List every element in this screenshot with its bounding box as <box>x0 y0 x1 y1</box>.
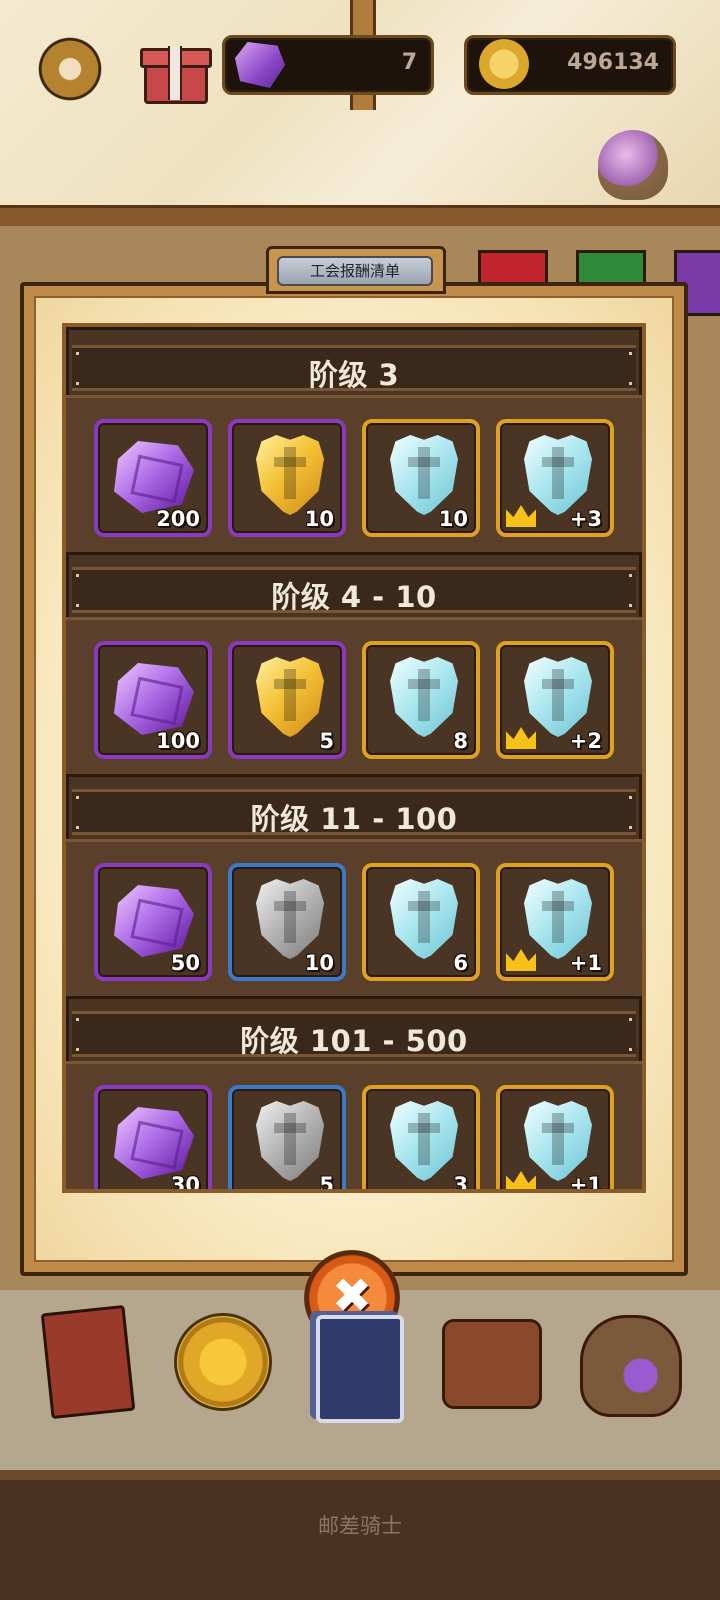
reward-count: 10 <box>438 507 468 531</box>
ice-shield-icon <box>390 1101 458 1181</box>
tier-rewards: 100 5 8 +2 <box>66 617 642 777</box>
nav-loot-bag-icon[interactable] <box>570 1305 682 1417</box>
magic-pouch-icon[interactable] <box>598 130 668 200</box>
panel-title: 工会报酬清单 <box>277 256 433 286</box>
reward-count: 5 <box>319 1173 334 1193</box>
tier-rewards: 30 5 3 +1 <box>66 1061 642 1193</box>
tier-header: 阶级 4 - 10 <box>72 567 636 614</box>
reward-count: 30 <box>170 1173 200 1193</box>
reward-count: 50 <box>170 951 200 975</box>
reward-count: 8 <box>453 729 468 753</box>
reward-slot[interactable]: 50 <box>94 863 212 981</box>
steel-shield-icon <box>256 1101 324 1181</box>
ice-shield-icon <box>390 435 458 515</box>
tier-title: 阶级 3 <box>308 358 400 392</box>
nav-adventure-bag-icon[interactable] <box>432 1305 542 1415</box>
reward-slot[interactable]: 6 <box>362 863 480 981</box>
gift-box-icon[interactable] <box>140 36 212 104</box>
tier-list[interactable]: 阶级 3 200 10 10 +3 阶级 4 - 10 100 5 8 +2 阶级 11 - 100… <box>62 323 646 1193</box>
nav-book-icon[interactable] <box>40 1304 142 1420</box>
gold-coin-icon <box>479 39 529 89</box>
reward-slot[interactable]: 10 <box>228 419 346 537</box>
reward-slot[interactable]: +3 <box>496 419 614 537</box>
nav-star-coin-icon[interactable] <box>168 1305 272 1415</box>
reward-count: 5 <box>319 729 334 753</box>
ice-shield-icon <box>524 879 592 959</box>
reward-slot[interactable]: +1 <box>496 863 614 981</box>
tier-section: 阶级 3 200 10 10 +3 <box>66 327 642 555</box>
gem-counter[interactable]: 7 <box>222 35 434 95</box>
reward-slot[interactable]: 200 <box>94 419 212 537</box>
reward-slot[interactable]: +1 <box>496 1085 614 1193</box>
reward-count: 10 <box>304 507 334 531</box>
gold-counter[interactable]: 496134 <box>464 35 676 95</box>
reward-count: 10 <box>304 951 334 975</box>
reward-slot[interactable]: 10 <box>228 863 346 981</box>
reward-slot[interactable]: 5 <box>228 641 346 759</box>
purple-gem-icon <box>114 885 194 957</box>
reward-count: 6 <box>453 951 468 975</box>
tier-header: 阶级 3 <box>72 345 636 392</box>
steel-shield-icon <box>256 879 324 959</box>
ice-shield-icon <box>524 1101 592 1181</box>
tier-section: 阶级 4 - 10 100 5 8 +2 <box>66 549 642 777</box>
tier-section: 阶级 101 - 500 30 5 3 +1 <box>66 993 642 1193</box>
game-title: 邮差骑士 <box>318 1514 402 1538</box>
tier-header: 阶级 11 - 100 <box>72 789 636 836</box>
reward-count: 100 <box>156 729 200 753</box>
crown-icon <box>506 1171 536 1189</box>
tier-header: 阶级 101 - 500 <box>72 1011 636 1058</box>
reward-count: 200 <box>156 507 200 531</box>
reward-count: +1 <box>569 951 602 975</box>
gold-count: 496134 <box>567 50 659 75</box>
reward-count: +1 <box>569 1173 602 1193</box>
reward-count: 3 <box>453 1173 468 1193</box>
nav-card-deck-icon[interactable] <box>306 1305 406 1423</box>
reward-slot[interactable]: 10 <box>362 419 480 537</box>
purple-gem-icon <box>235 42 285 88</box>
reward-slot[interactable]: 5 <box>228 1085 346 1193</box>
gold-shield-icon <box>256 435 324 515</box>
purple-gem-icon <box>114 1107 194 1179</box>
reward-slot[interactable]: 3 <box>362 1085 480 1193</box>
tier-title: 阶级 11 - 100 <box>250 802 458 836</box>
purple-gem-icon <box>114 441 194 513</box>
crown-icon <box>506 505 536 527</box>
crown-icon <box>506 727 536 749</box>
tier-title: 阶级 101 - 500 <box>240 1024 468 1058</box>
tier-section: 阶级 11 - 100 50 10 6 +1 <box>66 771 642 999</box>
tier-rewards: 200 10 10 +3 <box>66 395 642 555</box>
crown-icon <box>506 949 536 971</box>
scene-ground <box>0 1480 720 1600</box>
purple-gem-icon <box>114 663 194 735</box>
ice-shield-icon <box>390 657 458 737</box>
settings-gear-icon[interactable] <box>32 31 108 107</box>
reward-slot[interactable]: 100 <box>94 641 212 759</box>
gold-shield-icon <box>256 657 324 737</box>
gem-count: 7 <box>401 50 417 75</box>
reward-slot[interactable]: 30 <box>94 1085 212 1193</box>
reward-slot[interactable]: +2 <box>496 641 614 759</box>
ice-shield-icon <box>524 657 592 737</box>
ice-shield-icon <box>524 435 592 515</box>
reward-count: +3 <box>569 507 602 531</box>
reward-slot[interactable]: 8 <box>362 641 480 759</box>
ice-shield-icon <box>390 879 458 959</box>
tier-rewards: 50 10 6 +1 <box>66 839 642 999</box>
reward-count: +2 <box>569 729 602 753</box>
tier-title: 阶级 4 - 10 <box>271 580 437 614</box>
panel-tab: 工会报酬清单 <box>266 246 446 294</box>
